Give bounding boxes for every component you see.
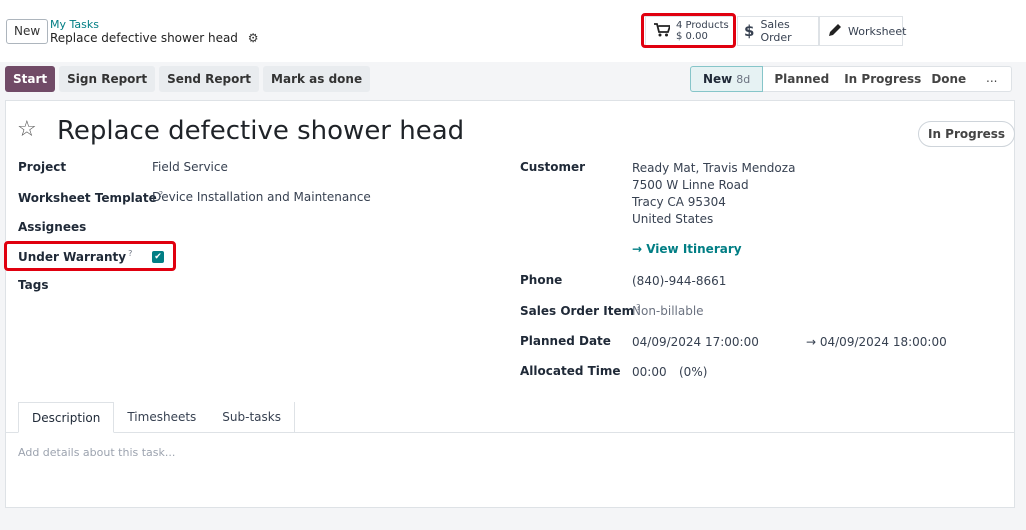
products-highlight: [641, 13, 736, 48]
customer-label: Customer: [520, 160, 586, 174]
stage-new[interactable]: New 8d: [690, 66, 764, 92]
assignees-label: Assignees: [18, 220, 87, 234]
stage-more[interactable]: ...: [972, 66, 1013, 92]
control-panel: New My Tasks Replace defective shower he…: [0, 0, 1026, 62]
sales-order-item-label-text: Sales Order Item: [520, 304, 635, 318]
tags-label: Tags: [18, 278, 49, 292]
stage-in-progress[interactable]: In Progress: [840, 66, 926, 92]
gear-icon[interactable]: ⚙: [248, 31, 259, 45]
customer-street: 7500 W Linne Road: [632, 178, 749, 192]
dollar-icon: $: [744, 22, 755, 40]
sales-order-label: Sales Order: [760, 18, 792, 44]
stage-new-days: 8d: [736, 73, 751, 86]
tab-sub-tasks[interactable]: Sub-tasks: [209, 402, 295, 433]
worksheet-label: Worksheet: [848, 24, 907, 38]
under-warranty-highlight: [4, 241, 176, 271]
customer-name: Ready Mat, Travis Mendoza: [632, 161, 796, 175]
project-value[interactable]: Field Service: [152, 160, 228, 174]
phone-label: Phone: [520, 273, 563, 287]
mark-as-done-button[interactable]: Mark as done: [263, 66, 371, 92]
task-state-badge[interactable]: In Progress: [918, 121, 1016, 147]
new-button[interactable]: New: [6, 19, 49, 44]
project-label: Project: [18, 160, 67, 174]
planned-date-end[interactable]: → 04/09/2024 18:00:00: [806, 335, 947, 349]
worksheet-template-label: Worksheet Template?: [18, 190, 163, 205]
stage-planned[interactable]: Planned: [763, 66, 841, 92]
allocated-time-percent: (0%): [679, 365, 708, 379]
sign-report-button[interactable]: Sign Report: [59, 66, 156, 92]
planned-date-start[interactable]: 04/09/2024 17:00:00: [632, 335, 759, 349]
planned-date-label: Planned Date: [520, 334, 611, 348]
star-icon[interactable]: ☆: [17, 117, 37, 143]
tab-description[interactable]: Description: [18, 402, 115, 433]
start-button[interactable]: Start: [5, 66, 56, 92]
sales-order-smart-button[interactable]: $ Sales Order: [737, 16, 819, 46]
allocated-time-value[interactable]: 00:00: [632, 365, 667, 379]
stage-statusbar: New 8d Planned In Progress Done ...: [690, 66, 1013, 92]
sales-order-item-label: Sales Order Item?: [520, 303, 640, 318]
task-title[interactable]: Replace defective shower head: [57, 114, 464, 148]
breadcrumb-current: Replace defective shower head ⚙: [50, 31, 259, 45]
action-buttons: Start Sign Report Send Report Mark as do…: [5, 66, 371, 92]
tab-timesheets[interactable]: Timesheets: [114, 402, 210, 433]
worksheet-template-label-text: Worksheet Template: [18, 191, 157, 205]
worksheet-smart-button[interactable]: Worksheet: [819, 16, 907, 46]
pencil-icon: [828, 23, 842, 40]
view-itinerary-link[interactable]: → View Itinerary: [632, 242, 742, 256]
breadcrumb-current-label: Replace defective shower head: [50, 31, 238, 45]
allocated-time-label: Allocated Time: [520, 364, 621, 378]
customer-address[interactable]: Ready Mat, Travis Mendoza 7500 W Linne R…: [632, 160, 795, 228]
phone-value[interactable]: (840)-944-8661: [632, 274, 726, 288]
notebook-tabs: Description Timesheets Sub-tasks: [18, 402, 295, 433]
worksheet-template-value[interactable]: Device Installation and Maintenance: [152, 190, 371, 204]
sales-order-item-value[interactable]: Non-billable: [632, 304, 704, 318]
description-editor[interactable]: Add details about this task...: [18, 446, 175, 459]
send-report-button[interactable]: Send Report: [159, 66, 260, 92]
customer-country: United States: [632, 212, 714, 226]
customer-city: Tracy CA 95304: [632, 195, 726, 209]
stage-new-label: New: [703, 72, 733, 86]
breadcrumb-parent[interactable]: My Tasks: [50, 19, 99, 31]
stage-done[interactable]: Done: [925, 66, 973, 92]
